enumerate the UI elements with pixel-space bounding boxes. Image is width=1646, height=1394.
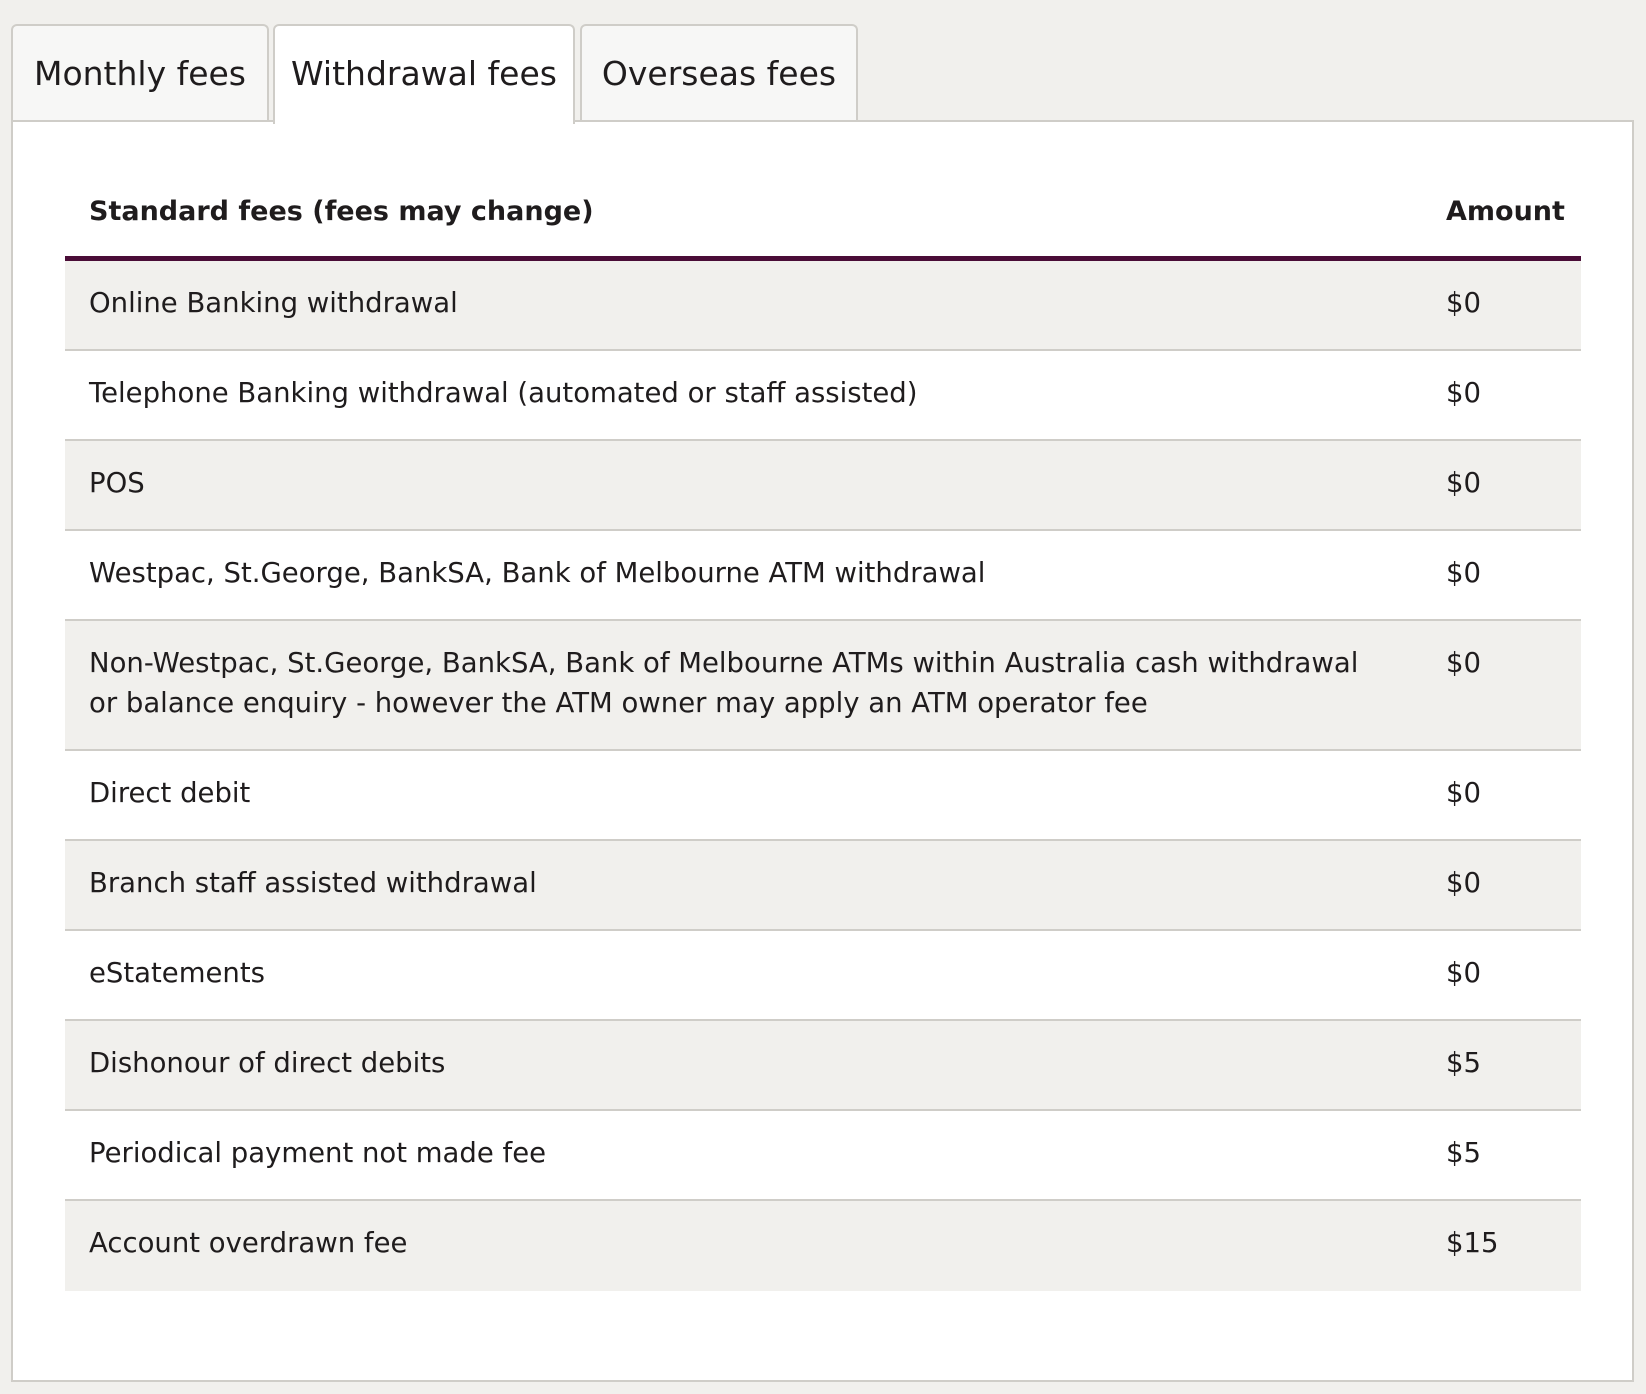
column-header-description: Standard fees (fees may change) <box>89 196 594 227</box>
tab-panel-withdrawal-fees: Standard fees (fees may change) Amount O… <box>11 120 1634 1382</box>
fee-amount: $15 <box>1446 1227 1499 1259</box>
fee-amount: $0 <box>1446 467 1481 499</box>
table-row: Direct debit $0 <box>65 751 1581 841</box>
tab-monthly-fees[interactable]: Monthly fees <box>11 24 269 120</box>
fee-description: eStatements <box>89 957 265 989</box>
fees-table: Standard fees (fees may change) Amount O… <box>65 176 1581 1291</box>
table-row: Telephone Banking withdrawal (automated … <box>65 351 1581 441</box>
fee-amount: $5 <box>1446 1047 1481 1079</box>
table-row: eStatements $0 <box>65 931 1581 1021</box>
column-header-amount: Amount <box>1446 196 1565 227</box>
table-row: Westpac, St.George, BankSA, Bank of Melb… <box>65 531 1581 621</box>
tab-overseas-fees[interactable]: Overseas fees <box>580 24 858 120</box>
table-row: Dishonour of direct debits $5 <box>65 1021 1581 1111</box>
fee-amount: $0 <box>1446 557 1481 589</box>
table-row: Non-Westpac, St.George, BankSA, Bank of … <box>65 621 1581 751</box>
fee-description: Dishonour of direct debits <box>89 1047 446 1079</box>
fee-description: Westpac, St.George, BankSA, Bank of Melb… <box>89 557 986 589</box>
fee-amount: $0 <box>1446 287 1481 319</box>
table-row: Branch staff assisted withdrawal $0 <box>65 841 1581 931</box>
fee-description: Online Banking withdrawal <box>89 287 458 319</box>
fee-description: Direct debit <box>89 777 251 809</box>
fee-amount: $5 <box>1446 1137 1481 1169</box>
fee-amount: $0 <box>1446 867 1481 899</box>
table-row: Account overdrawn fee $15 <box>65 1201 1581 1291</box>
fee-amount: $0 <box>1446 777 1481 809</box>
fee-description: Periodical payment not made fee <box>89 1137 547 1169</box>
table-header: Standard fees (fees may change) Amount <box>65 176 1581 261</box>
fee-description: Telephone Banking withdrawal (automated … <box>89 377 918 409</box>
fee-description: Non-Westpac, St.George, BankSA, Bank of … <box>89 647 1359 719</box>
fee-amount: $0 <box>1446 647 1481 679</box>
fee-description: Branch staff assisted withdrawal <box>89 867 537 899</box>
table-row: Periodical payment not made fee $5 <box>65 1111 1581 1201</box>
fee-description: POS <box>89 467 145 499</box>
tab-withdrawal-fees[interactable]: Withdrawal fees <box>273 24 575 124</box>
fee-amount: $0 <box>1446 377 1481 409</box>
table-row: POS $0 <box>65 441 1581 531</box>
table-row: Online Banking withdrawal $0 <box>65 261 1581 351</box>
fee-amount: $0 <box>1446 957 1481 989</box>
fee-description: Account overdrawn fee <box>89 1227 408 1259</box>
